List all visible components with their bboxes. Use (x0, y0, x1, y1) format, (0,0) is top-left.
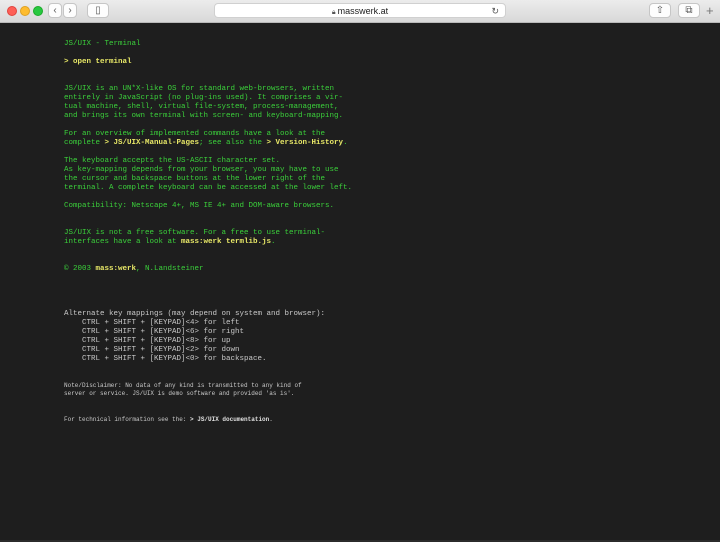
free-software-line: JS/UIX is not a free software. For a fre… (64, 229, 326, 237)
intro-line: entirely in JavaScript (no plug-ins used… (64, 94, 344, 102)
command-line: > open terminal (64, 58, 132, 66)
sidebar-button[interactable]: ▯ (87, 3, 109, 18)
share-button[interactable]: ⇧ (649, 3, 671, 18)
browser-toolbar: ‹ › ▯ 🔒︎ masswerk.at ↻ ⇧ ⧉ + (0, 0, 720, 23)
close-window-button[interactable] (7, 6, 17, 16)
forward-button[interactable]: › (63, 3, 77, 18)
reload-icon[interactable]: ↻ (491, 5, 499, 17)
alt-mapping-item: CTRL + SHIFT + [KEYPAD]<0> for backspace… (82, 355, 267, 363)
version-history-link[interactable]: > Version-History (267, 139, 344, 147)
alt-mapping-item: CTRL + SHIFT + [KEYPAD]<8> for up (82, 337, 231, 345)
url-host: masswerk.at (337, 6, 389, 16)
lock-icon: 🔒︎ (331, 9, 336, 16)
alt-mappings-title: Alternate key mappings (may depend on sy… (64, 310, 326, 318)
chevron-left-icon: ‹ (53, 5, 57, 16)
termlib-link[interactable]: mass:werk termlib.js (181, 238, 271, 246)
disclaimer-line: server or service. JS/UIX is demo softwa… (64, 390, 295, 397)
copyright-line: © 2003 mass:werk, N.Landsteiner (64, 265, 204, 273)
alt-mapping-item: CTRL + SHIFT + [KEYPAD]<2> for down (82, 346, 240, 354)
share-icon: ⇧ (655, 5, 665, 16)
new-tab-button[interactable]: + (706, 4, 714, 17)
manual-pages-link[interactable]: > JS/UIX-Manual-Pages (105, 139, 200, 147)
compatibility-line: Compatibility: Netscape 4+, MS IE 4+ and… (64, 202, 335, 210)
free-software-line-link: interfaces have a look at mass:werk term… (64, 238, 276, 246)
alt-mapping-item: CTRL + SHIFT + [KEYPAD]<6> for right (82, 328, 245, 336)
overview-line-links: complete > JS/UIX-Manual-Pages; see also… (64, 139, 348, 147)
overview-line: For an overview of implemented commands … (64, 130, 326, 138)
keyboard-line: As key-mapping depends from your browser… (64, 166, 339, 174)
minimize-window-button[interactable] (20, 6, 30, 16)
keyboard-line: The keyboard accepts the US-ASCII charac… (64, 157, 281, 165)
intro-line: JS/UIX is an UN*X-like OS for standard w… (64, 85, 335, 93)
chevron-right-icon: › (68, 5, 72, 16)
tabs-button[interactable]: ⧉ (678, 3, 700, 18)
zoom-window-button[interactable] (33, 6, 43, 16)
keyboard-line: terminal. A complete keyboard can be acc… (64, 184, 353, 192)
address-bar[interactable]: 🔒︎ masswerk.at ↻ (214, 3, 506, 18)
disclaimer-line: Note/Disclaimer: No data of any kind is … (64, 382, 302, 389)
intro-line: tual machine, shell, virtual file-system… (64, 103, 339, 111)
tabs-icon: ⧉ (685, 5, 693, 16)
sidebar-icon: ▯ (95, 5, 101, 16)
terminal-screen[interactable]: JS/UIX - Terminal > open terminal JS/UIX… (64, 40, 704, 424)
intro-line: and brings its own terminal with screen-… (64, 112, 344, 120)
documentation-link[interactable]: > JS/UIX documentation (190, 416, 269, 423)
command-text: open terminal (73, 58, 132, 66)
back-button[interactable]: ‹ (48, 3, 62, 18)
alt-mapping-item: CTRL + SHIFT + [KEYPAD]<4> for left (82, 319, 240, 327)
terminal-title: JS/UIX - Terminal (64, 40, 141, 48)
masswerk-brand: mass:werk (95, 265, 137, 273)
technical-info-line: For technical information see the: > JS/… (64, 416, 273, 423)
keyboard-line: the cursor and backspace buttons at the … (64, 175, 326, 183)
